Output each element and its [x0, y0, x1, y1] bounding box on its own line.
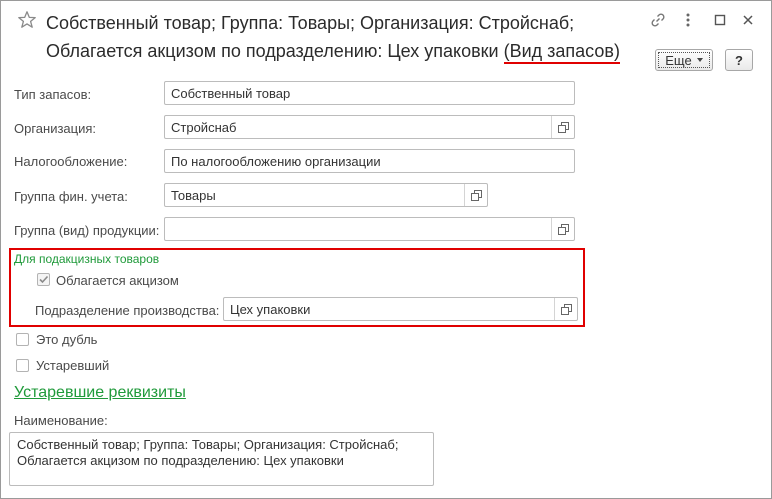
star-icon[interactable] — [17, 10, 37, 30]
chevron-down-icon — [696, 58, 703, 62]
excise-checkbox-label: Облагается акцизом — [56, 273, 179, 288]
obsolete-checkbox[interactable] — [16, 359, 29, 372]
excise-checkbox[interactable] — [37, 273, 50, 286]
stock-type-field[interactable]: Собственный товар — [164, 81, 575, 105]
maximize-icon[interactable] — [710, 10, 730, 30]
help-button-label: ? — [735, 52, 743, 68]
taxation-field[interactable]: По налогообложению организации — [164, 149, 575, 173]
open-form-icon[interactable] — [551, 116, 574, 138]
close-icon[interactable] — [738, 10, 758, 30]
title-line-2: Облагается акцизом по подразделению: Цех… — [46, 41, 504, 61]
more-vert-icon[interactable] — [678, 10, 698, 30]
division-field[interactable]: Цех упаковки — [223, 297, 578, 321]
help-button[interactable]: ? — [725, 49, 753, 71]
organization-field[interactable]: Стройснаб — [164, 115, 575, 139]
taxation-label: Налогообложение: — [14, 154, 128, 169]
division-label: Подразделение производства: — [35, 303, 220, 318]
obsolete-attributes-link[interactable]: Устаревшие реквизиты — [14, 384, 186, 402]
name-textarea[interactable]: Собственный товар; Группа: Товары; Орган… — [9, 432, 434, 486]
more-button-label: Еще — [665, 52, 692, 68]
stock-type-label: Тип запасов: — [14, 87, 92, 102]
more-button[interactable]: Еще — [655, 49, 713, 71]
window-title: Собственный товар; Группа: Товары; Орган… — [46, 9, 646, 65]
title-highlight: (Вид запасов) — [503, 41, 620, 64]
fin-group-value: Товары — [171, 187, 216, 203]
product-group-label: Группа (вид) продукции: — [14, 223, 160, 238]
open-form-icon[interactable] — [464, 184, 487, 206]
organization-label: Организация: — [14, 121, 97, 136]
product-group-field[interactable] — [164, 217, 575, 241]
excise-group-title: Для подакцизных товаров — [14, 252, 160, 266]
stock-type-value: Собственный товар — [171, 85, 291, 101]
fin-group-label: Группа фин. учета: — [14, 189, 128, 204]
organization-value: Стройснаб — [171, 119, 237, 135]
title-line-1: Собственный товар; Группа: Товары; Орган… — [46, 13, 575, 33]
fin-group-field[interactable]: Товары — [164, 183, 488, 207]
name-label: Наименование: — [14, 413, 108, 428]
open-form-icon[interactable] — [554, 298, 577, 320]
open-form-icon[interactable] — [551, 218, 574, 240]
duplicate-checkbox[interactable] — [16, 333, 29, 346]
obsolete-label: Устаревший — [36, 358, 110, 373]
duplicate-label: Это дубль — [36, 332, 98, 347]
taxation-value: По налогообложению организации — [171, 153, 381, 169]
division-value: Цех упаковки — [230, 301, 311, 317]
form-window: Собственный товар; Группа: Товары; Орган… — [0, 0, 772, 499]
link-icon[interactable] — [648, 10, 668, 30]
